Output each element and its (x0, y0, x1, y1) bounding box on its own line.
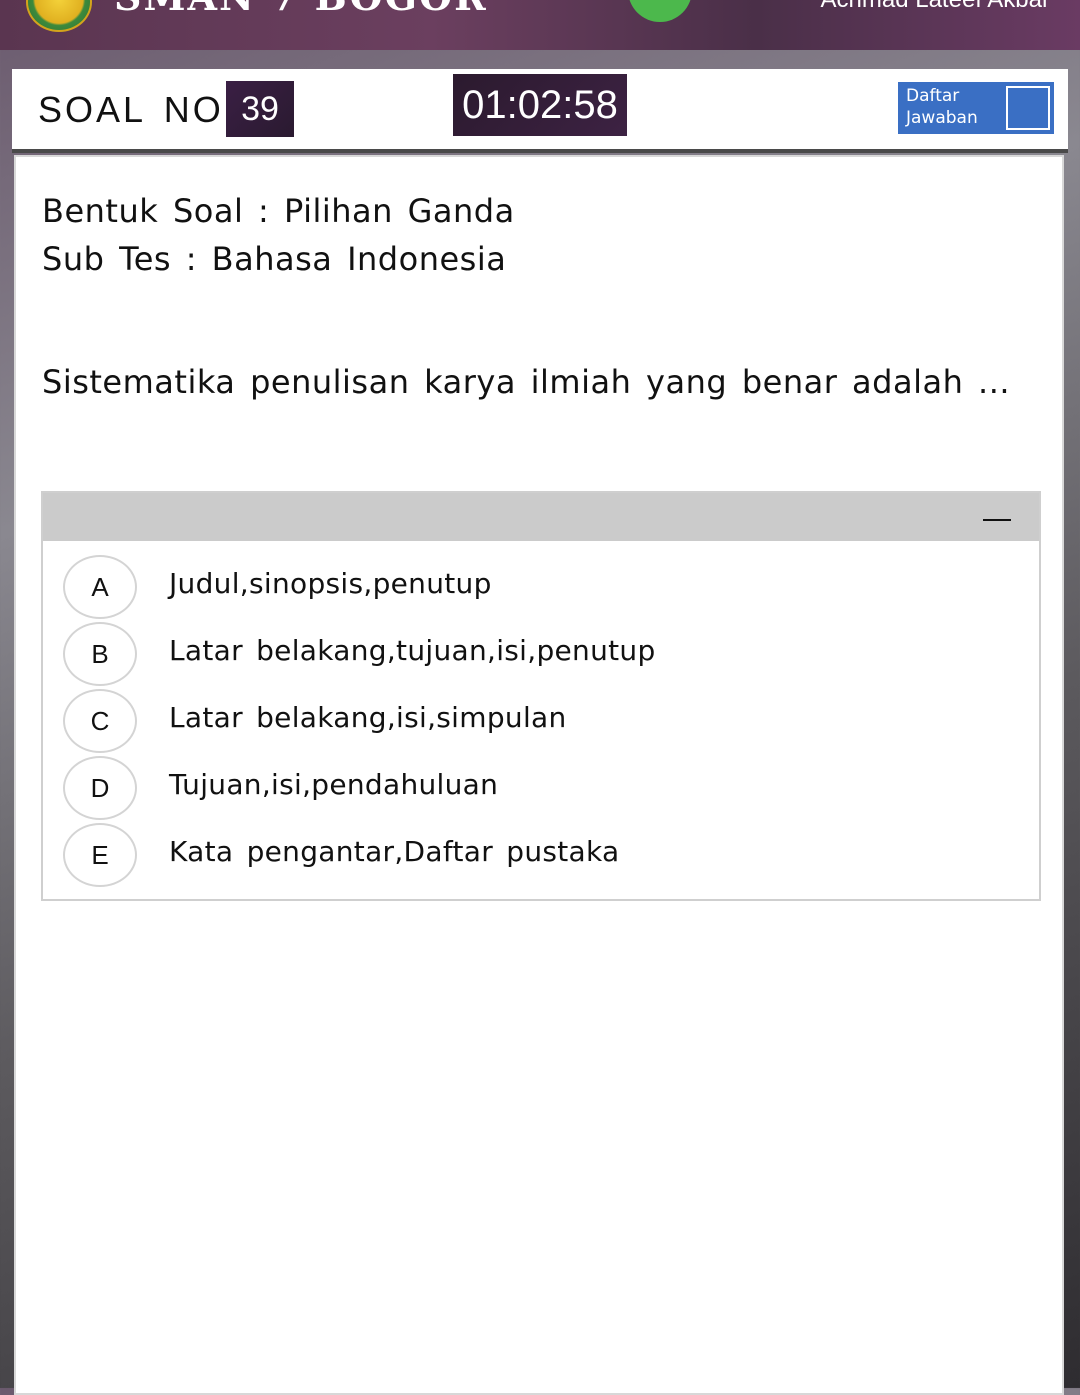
school-logo-icon (26, 0, 92, 32)
answer-list-grid-icon (1006, 86, 1050, 130)
answer-options-header (43, 493, 1039, 541)
question-card: Bentuk Soal : Pilihan Ganda Sub Tes : Ba… (14, 155, 1064, 1395)
option-text: Tujuan,isi,pendahuluan (169, 768, 499, 801)
countdown-timer: 01:02:58 (453, 74, 627, 136)
question-number-label: SOAL NO (38, 89, 224, 130)
answer-options-panel: A Judul,sinopsis,penutup B Latar belakan… (41, 491, 1041, 901)
option-e[interactable]: E Kata pengantar,Daftar pustaka (63, 823, 1023, 887)
answer-list-button[interactable]: Daftar Jawaban (898, 82, 1054, 134)
option-b[interactable]: B Latar belakang,tujuan,isi,penutup (63, 622, 1023, 686)
question-number-bar: SOAL NO 39 01:02:58 Daftar Jawaban (12, 69, 1068, 153)
option-letter[interactable]: C (63, 689, 137, 753)
option-letter[interactable]: A (63, 555, 137, 619)
option-text: Latar belakang,isi,simpulan (169, 701, 567, 734)
top-header: SMAN 7 BOGOR Achmad Lateef Akbar (0, 0, 1080, 50)
question-number-badge: 39 (226, 81, 294, 137)
option-letter[interactable]: D (63, 756, 137, 820)
option-c[interactable]: C Latar belakang,isi,simpulan (63, 689, 1023, 753)
question-text: Sistematika penulisan karya ilmiah yang … (42, 363, 1011, 401)
question-type: Bentuk Soal : Pilihan Ganda (42, 192, 515, 230)
question-meta: Bentuk Soal : Pilihan Ganda Sub Tes : Ba… (42, 187, 515, 283)
option-text: Latar belakang,tujuan,isi,penutup (169, 634, 656, 667)
school-name: SMAN 7 BOGOR (114, 0, 488, 19)
answer-list-label: Daftar Jawaban (906, 85, 978, 129)
option-text: Kata pengantar,Daftar pustaka (169, 835, 620, 868)
answer-list-label-line1: Daftar (906, 86, 960, 106)
option-a[interactable]: A Judul,sinopsis,penutup (63, 555, 1023, 619)
option-text: Judul,sinopsis,penutup (169, 567, 492, 600)
option-letter[interactable]: B (63, 622, 137, 686)
user-name: Achmad Lateef Akbar (821, 0, 1050, 14)
option-letter[interactable]: E (63, 823, 137, 887)
collapse-icon[interactable] (983, 519, 1011, 521)
option-d[interactable]: D Tujuan,isi,pendahuluan (63, 756, 1023, 820)
app-logo-icon (628, 0, 692, 22)
question-subtest: Sub Tes : Bahasa Indonesia (42, 240, 507, 278)
answer-list-label-line2: Jawaban (906, 108, 978, 128)
